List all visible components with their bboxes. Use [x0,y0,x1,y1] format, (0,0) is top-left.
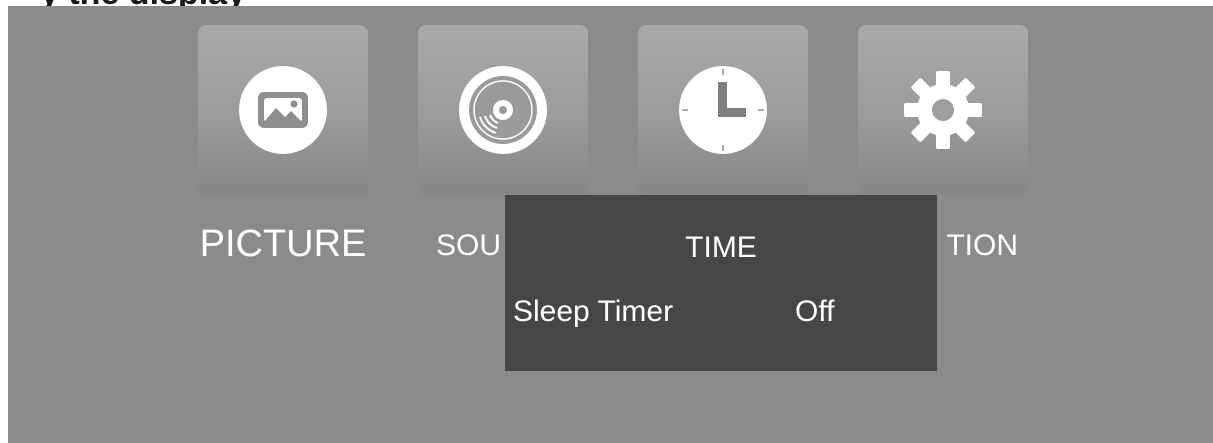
sleep-timer-label[interactable]: Sleep Timer [513,295,673,329]
popup-title: TIME [685,231,757,264]
sound-tile[interactable] [418,25,588,195]
time-submenu-popup: TIME Sleep Timer Off [505,195,937,371]
option-tile[interactable] [858,25,1028,195]
menu-item-sound[interactable]: SOU [418,25,588,262]
sound-disc-icon [459,66,547,154]
menu-item-option[interactable]: TION [858,25,1028,262]
clock-icon [679,66,767,154]
gear-icon [904,71,982,149]
time-tile[interactable] [638,25,808,195]
picture-icon [239,66,327,154]
menu-item-time[interactable] [638,25,808,195]
tv-menu-screen: PICTURE SOU TION TIME Sleep Timer Off [8,6,1213,443]
menu-label-sound: SOU [436,229,502,262]
screenshot-stage: y the display PICTURE [0,0,1213,443]
menu-item-picture[interactable]: PICTURE [198,25,368,265]
sleep-timer-value[interactable]: Off [795,295,834,329]
picture-tile[interactable] [198,25,368,195]
menu-label-picture: PICTURE [199,223,367,265]
